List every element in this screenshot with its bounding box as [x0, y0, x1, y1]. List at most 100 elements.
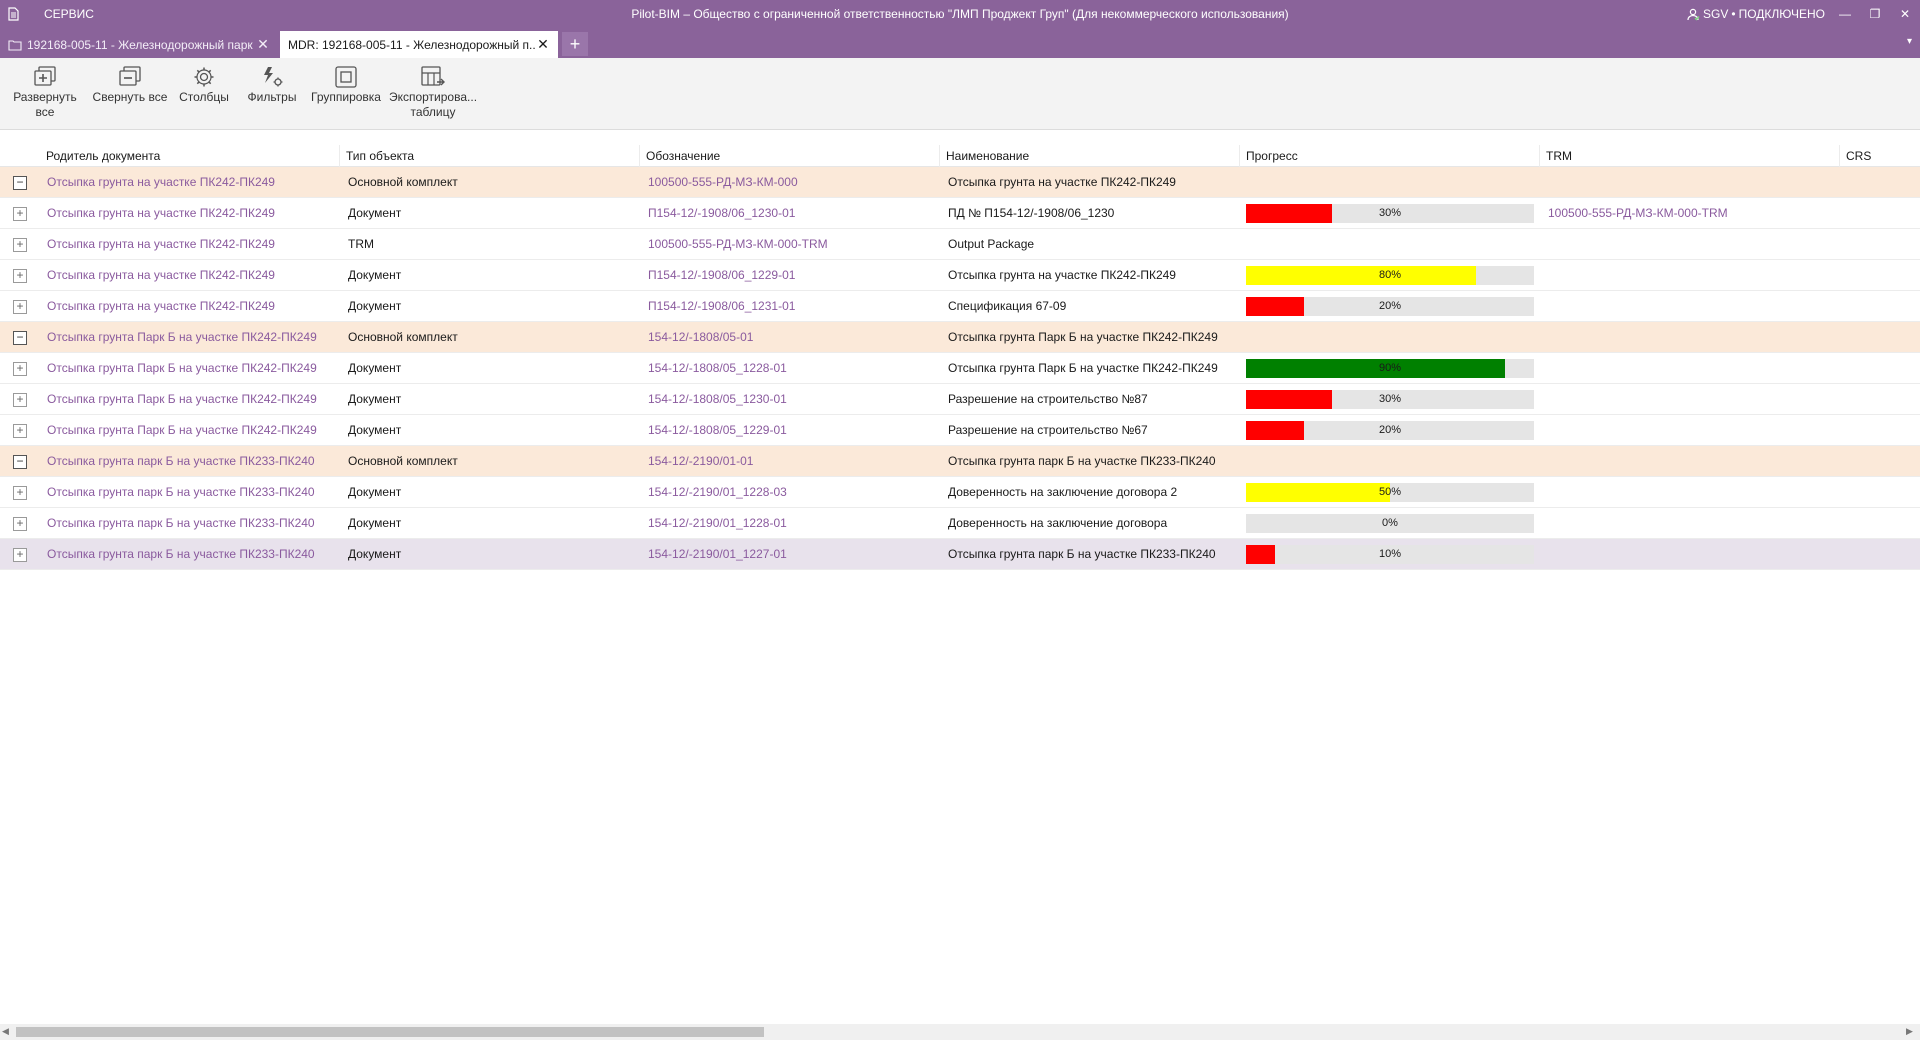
- expand-icon[interactable]: +: [13, 207, 27, 221]
- table-group-row[interactable]: − Отсыпка грунта Парк Б на участке ПК242-…: [0, 322, 1920, 353]
- expand-icon[interactable]: +: [13, 486, 27, 500]
- connection-status[interactable]: SGV • ПОДКЛЮЧЕНО: [1687, 0, 1825, 28]
- column-header-crs[interactable]: CRS: [1840, 145, 1920, 167]
- table-row[interactable]: + Отсыпка грунта парк Б на участке ПК233-…: [0, 539, 1920, 570]
- scrollbar-thumb[interactable]: [16, 1027, 764, 1037]
- cell-type: Документ: [348, 516, 402, 530]
- cell-code[interactable]: 100500-555-РД-МЗ-КМ-000: [641, 167, 937, 198]
- table-row[interactable]: + Отсыпка грунта на участке ПК242-ПК249 До…: [0, 198, 1920, 229]
- cell-trm[interactable]: [1541, 446, 1837, 477]
- cell-parent[interactable]: Отсыпка грунта парк Б на участке ПК233-П…: [40, 477, 336, 508]
- cell-code[interactable]: 154-12/-1808/05_1229-01: [641, 415, 937, 446]
- cell-trm[interactable]: [1541, 508, 1837, 539]
- cell-parent[interactable]: Отсыпка грунта Парк Б на участке ПК242-П…: [40, 322, 336, 353]
- grouping-button[interactable]: Группировка: [308, 64, 384, 105]
- cell-code[interactable]: П154-12/-1908/06_1231-01: [641, 291, 937, 322]
- tab-close-icon[interactable]: ✕: [256, 36, 270, 53]
- progress-label: 50%: [1378, 486, 1402, 498]
- column-header-type[interactable]: Тип объекта: [340, 145, 640, 167]
- table-row[interactable]: + Отсыпка грунта Парк Б на участке ПК242-…: [0, 415, 1920, 446]
- cell-code[interactable]: 154-12/-2190/01-01: [641, 446, 937, 477]
- cell-parent[interactable]: Отсыпка грунта Парк Б на участке ПК242-П…: [40, 415, 336, 446]
- restore-button[interactable]: ❐: [1860, 0, 1890, 28]
- column-header-name[interactable]: Наименование: [940, 145, 1240, 167]
- cell-name: Разрешение на строительство №67: [948, 423, 1148, 437]
- cell-trm[interactable]: [1541, 353, 1837, 384]
- table-group-row[interactable]: − Отсыпка грунта парк Б на участке ПК233-…: [0, 446, 1920, 477]
- cell-parent[interactable]: Отсыпка грунта на участке ПК242-ПК249: [40, 260, 336, 291]
- tab-folder[interactable]: 192168-005-11 - Железнодорожный парк ✕: [0, 31, 278, 58]
- cell-code[interactable]: 154-12/-2190/01_1227-01: [641, 539, 937, 570]
- table-row[interactable]: + Отсыпка грунта парк Б на участке ПК233-…: [0, 508, 1920, 539]
- cell-code[interactable]: 154-12/-1808/05-01: [641, 322, 937, 353]
- cell-trm[interactable]: [1541, 260, 1837, 291]
- column-header-progress[interactable]: Прогресс: [1240, 145, 1540, 167]
- cell-parent[interactable]: Отсыпка грунта на участке ПК242-ПК249: [40, 167, 336, 198]
- cell-trm[interactable]: [1541, 384, 1837, 415]
- cell-code[interactable]: 154-12/-1808/05_1230-01: [641, 384, 937, 415]
- cell-parent[interactable]: Отсыпка грунта парк Б на участке ПК233-П…: [40, 508, 336, 539]
- tab-list-chevron-icon[interactable]: ▾: [1907, 36, 1912, 47]
- cell-code[interactable]: П154-12/-1908/06_1230-01: [641, 198, 937, 229]
- cell-parent[interactable]: Отсыпка грунта Парк Б на участке ПК242-П…: [40, 353, 336, 384]
- expand-icon[interactable]: +: [13, 393, 27, 407]
- cell-code[interactable]: 154-12/-1808/05_1228-01: [641, 353, 937, 384]
- add-tab-button[interactable]: +: [562, 32, 588, 56]
- collapse-all-button[interactable]: Свернуть все: [92, 64, 168, 105]
- cell-code[interactable]: П154-12/-1908/06_1229-01: [641, 260, 937, 291]
- minimize-button[interactable]: —: [1830, 0, 1860, 28]
- collapse-icon[interactable]: −: [13, 176, 27, 190]
- cell-trm[interactable]: [1541, 539, 1837, 570]
- cell-trm[interactable]: [1541, 322, 1837, 353]
- cell-name: Доверенность на заключение договора 2: [948, 485, 1178, 499]
- export-table-button[interactable]: Экспортирова... таблицу: [388, 64, 478, 120]
- expand-all-button[interactable]: Развернуть все: [4, 64, 86, 120]
- table-row[interactable]: + Отсыпка грунта на участке ПК242-ПК249 До…: [0, 260, 1920, 291]
- filters-button[interactable]: Фильтры: [244, 64, 300, 105]
- cell-trm[interactable]: [1541, 415, 1837, 446]
- cell-parent[interactable]: Отсыпка грунта парк Б на участке ПК233-П…: [40, 539, 336, 570]
- cell-trm[interactable]: 100500-555-РД-МЗ-КМ-000-TRM: [1541, 198, 1837, 229]
- expand-icon[interactable]: +: [13, 269, 27, 283]
- service-menu[interactable]: СЕРВИС: [44, 7, 94, 21]
- cell-parent[interactable]: Отсыпка грунта на участке ПК242-ПК249: [40, 229, 336, 260]
- cell-parent[interactable]: Отсыпка грунта на участке ПК242-ПК249: [40, 291, 336, 322]
- tab-mdr[interactable]: MDR: 192168-005-11 - Железнодорожный п..…: [280, 31, 558, 58]
- table-row[interactable]: + Отсыпка грунта на участке ПК242-ПК249 TR…: [0, 229, 1920, 260]
- column-header-parent[interactable]: Родитель документа: [40, 145, 340, 167]
- collapse-icon[interactable]: −: [13, 331, 27, 345]
- expand-icon[interactable]: +: [13, 362, 27, 376]
- cell-parent[interactable]: Отсыпка грунта Парк Б на участке ПК242-П…: [40, 384, 336, 415]
- cell-trm[interactable]: [1541, 477, 1837, 508]
- cell-code[interactable]: 154-12/-2190/01_1228-01: [641, 508, 937, 539]
- columns-button[interactable]: Столбцы: [176, 64, 232, 105]
- table-row[interactable]: + Отсыпка грунта Парк Б на участке ПК242-…: [0, 384, 1920, 415]
- cell-code[interactable]: 100500-555-РД-МЗ-КМ-000-TRM: [641, 229, 937, 260]
- cell-parent[interactable]: Отсыпка грунта парк Б на участке ПК233-П…: [40, 446, 336, 477]
- cell-trm[interactable]: [1541, 291, 1837, 322]
- table-group-row[interactable]: − Отсыпка грунта на участке ПК242-ПК249 Ос…: [0, 167, 1920, 198]
- app-menu-icon[interactable]: [0, 0, 26, 28]
- scroll-left-icon[interactable]: ◀: [2, 1026, 14, 1038]
- table-row[interactable]: + Отсыпка грунта на участке ПК242-ПК249 До…: [0, 291, 1920, 322]
- expand-icon[interactable]: +: [13, 424, 27, 438]
- expand-icon[interactable]: +: [13, 517, 27, 531]
- status-text: ПОДКЛЮЧЕНО: [1738, 7, 1825, 21]
- scroll-right-icon[interactable]: ▶: [1906, 1026, 1918, 1038]
- collapse-icon[interactable]: −: [13, 455, 27, 469]
- column-header-trm[interactable]: TRM: [1540, 145, 1840, 167]
- cell-code[interactable]: 154-12/-2190/01_1228-03: [641, 477, 937, 508]
- expand-icon[interactable]: +: [13, 238, 27, 252]
- cell-parent[interactable]: Отсыпка грунта на участке ПК242-ПК249: [40, 198, 336, 229]
- expand-icon[interactable]: +: [13, 548, 27, 562]
- table-row[interactable]: + Отсыпка грунта Парк Б на участке ПК242-…: [0, 353, 1920, 384]
- horizontal-scrollbar[interactable]: ◀ ▶: [0, 1024, 1920, 1040]
- column-header-code[interactable]: Обозначение: [640, 145, 940, 167]
- cell-trm[interactable]: [1541, 167, 1837, 198]
- tab-close-icon[interactable]: ✕: [536, 36, 550, 53]
- expand-icon[interactable]: +: [13, 300, 27, 314]
- mdr-table: Родитель документа Тип объекта Обозначен…: [0, 145, 1920, 570]
- table-row[interactable]: + Отсыпка грунта парк Б на участке ПК233-…: [0, 477, 1920, 508]
- close-button[interactable]: ✕: [1890, 0, 1920, 28]
- cell-trm[interactable]: [1541, 229, 1837, 260]
